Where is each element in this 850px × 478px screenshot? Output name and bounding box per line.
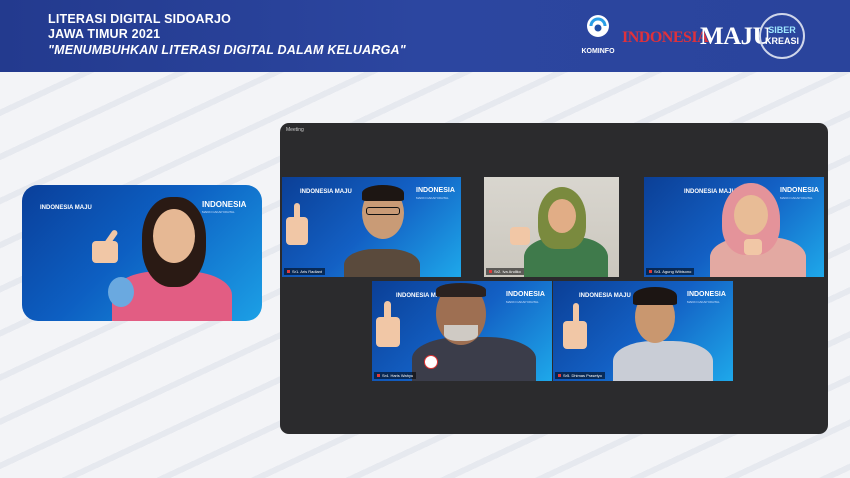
meeting-window: Meeting INDONESIA MAJU INDONESIA MAKIN C… — [280, 123, 828, 434]
meeting-window-label: Meeting — [286, 127, 304, 133]
glasses-icon — [366, 207, 400, 215]
muted-mic-icon — [558, 374, 561, 378]
shirt-badge-icon — [424, 355, 438, 369]
muted-mic-icon — [649, 270, 652, 274]
participant-tile[interactable]: INDONESIA MAJU INDONESIA MAKIN CAKAP DIG… — [644, 177, 824, 277]
event-theme: "MENUMBUHKAN LITERASI DIGITAL DALAM KELU… — [48, 43, 406, 57]
presenter-video[interactable]: INDONESIA MAJU INDONESIA MAKIN CAKAP DIG… — [22, 185, 262, 321]
participant-tile[interactable]: INDONESIA MAJU INDONESIA MAKIN CAKAP DIG… — [553, 281, 733, 381]
beard — [444, 325, 478, 341]
event-header: LITERASI DIGITAL SIDOARJO JAWA TIMUR 202… — [0, 0, 850, 72]
participant-name: Sr5. Dhimas Prasetyo — [555, 372, 605, 379]
logo-indonesia-text: INDONESIA — [622, 29, 709, 46]
muted-mic-icon — [377, 374, 380, 378]
participant-name: Sr3. Agung Wibisono — [646, 268, 695, 275]
participant-figure — [644, 177, 824, 277]
participant-name: Sr4. Haris Wahyu — [374, 372, 417, 379]
kominfo-mark-icon — [587, 15, 609, 37]
participant-tile[interactable]: INDONESIA MAJU INDONESIA MAKIN CAKAP DIG… — [372, 281, 552, 381]
participant-figure — [484, 177, 619, 277]
logo-kreasi-text: KREASI — [764, 36, 799, 46]
participant-name: Sr1. Aris Radiant — [284, 268, 326, 275]
participant-figure — [372, 281, 552, 381]
participant-tile[interactable]: Sr2. Iva Andiko — [484, 177, 619, 277]
event-region: JAWA TIMUR 2021 — [48, 27, 161, 41]
participant-name: Sr2. Iva Andiko — [486, 268, 524, 275]
participant-tile[interactable]: INDONESIA MAJU INDONESIA MAKIN CAKAP DIG… — [282, 177, 461, 277]
kominfo-text: KOMINFO — [581, 48, 615, 55]
muted-mic-icon — [489, 270, 492, 274]
logo-siber-text: SIBER — [768, 25, 796, 35]
muted-mic-icon — [287, 270, 290, 274]
siberkreasi-logo: SIBER KREASI — [759, 13, 805, 59]
participant-figure — [553, 281, 733, 381]
kominfo-logo: KOMINFO — [580, 14, 616, 60]
presenter-figure — [22, 185, 262, 321]
indonesia-maju-logo: INDONESIA MAJU — [622, 22, 771, 52]
microphone-icon — [108, 277, 134, 307]
event-title: LITERASI DIGITAL SIDOARJO — [48, 12, 232, 26]
participant-figure — [282, 177, 461, 277]
